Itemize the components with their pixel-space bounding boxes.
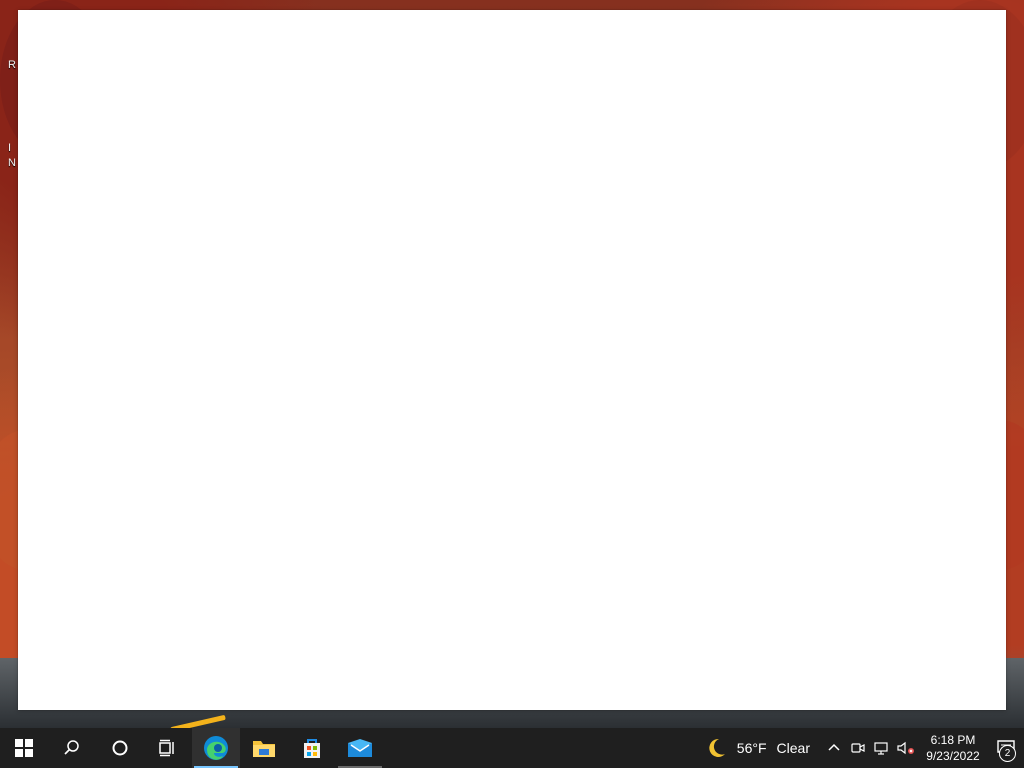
cortana-button[interactable] [96,728,144,768]
volume-button[interactable] [894,728,918,768]
edge-icon [203,735,229,761]
notification-center-button[interactable]: 2 [988,728,1024,768]
network-icon [873,740,891,756]
meet-now-icon [850,740,866,756]
search-icon [63,739,81,757]
task-view-button[interactable] [144,728,192,768]
start-button[interactable] [0,728,48,768]
task-view-icon [158,739,178,757]
show-hidden-icons-button[interactable] [822,728,846,768]
desktop-icon-label-fragment: I [8,142,12,154]
moon-icon [705,737,727,759]
mail-icon [346,737,374,759]
taskbar-app-mail[interactable] [336,728,384,768]
network-button[interactable] [870,728,894,768]
weather-temperature: 56°F [736,740,767,756]
taskbar-app-file-explorer[interactable] [240,728,288,768]
taskbar-app-microsoft-store[interactable] [288,728,336,768]
folder-icon [251,736,277,760]
weather-condition: Clear [776,740,810,756]
clock-button[interactable]: 6:18 PM 9/23/2022 [918,728,988,768]
chevron-up-icon [828,742,840,754]
system-tray: 56°F Clear 6:18 PM 9/23/2022 2 [697,728,1024,768]
volume-muted-icon [896,740,916,756]
clock-date: 9/23/2022 [926,749,980,763]
meet-now-button[interactable] [846,728,870,768]
store-icon [300,736,324,760]
desktop-icon-label-fragment: R [8,59,16,71]
weather-widget[interactable]: 56°F Clear [697,728,822,768]
windows-start-icon [15,739,33,757]
notification-count-badge: 2 [999,745,1016,762]
taskbar-app-edge[interactable] [192,728,240,768]
clock-time: 6:18 PM [930,733,976,747]
cortana-icon [111,739,129,757]
taskbar: 56°F Clear 6:18 PM 9/23/2022 2 [0,728,1024,768]
desktop-icon-label-fragment: N [8,157,16,169]
search-button[interactable] [48,728,96,768]
blank-application-window[interactable] [18,10,1006,710]
